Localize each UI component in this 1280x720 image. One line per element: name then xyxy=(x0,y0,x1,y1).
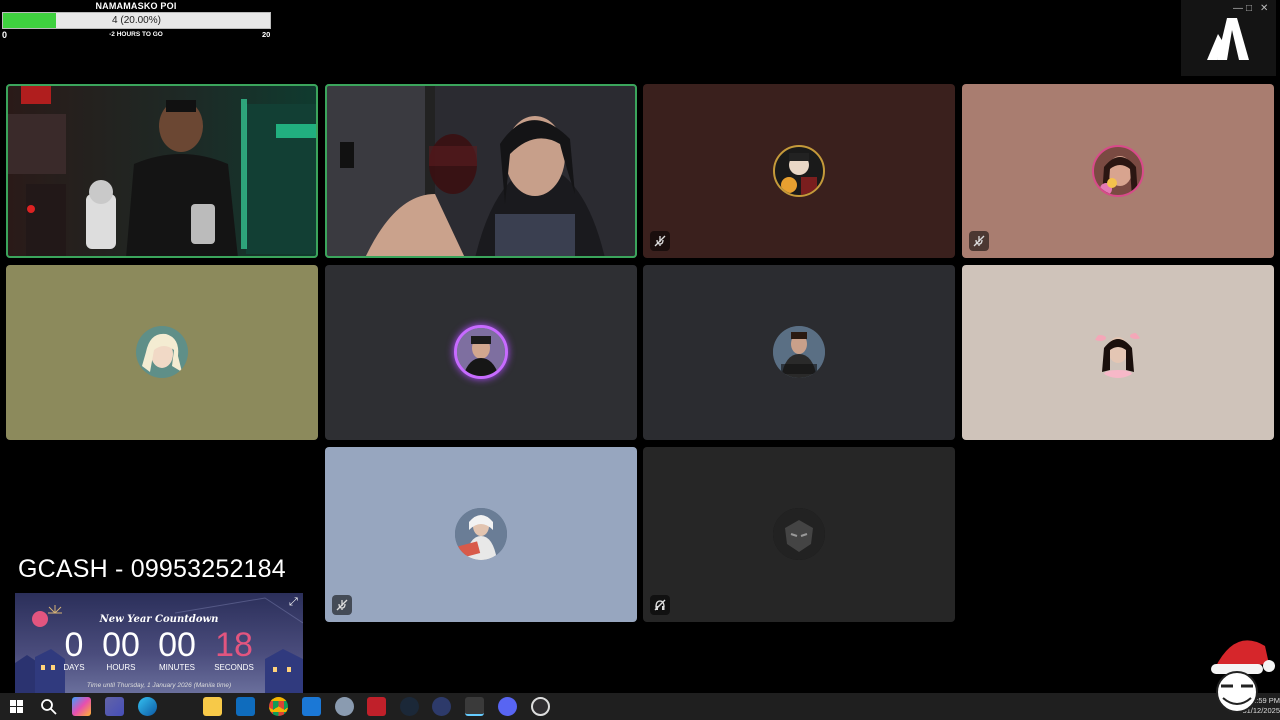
days-label: DAYS xyxy=(63,663,85,672)
countdown-seconds: 18 xyxy=(215,626,253,664)
hours-label: HOURS xyxy=(106,663,136,672)
goal-max: 20 xyxy=(262,30,271,39)
search-icon[interactable] xyxy=(39,697,58,716)
steam-icon[interactable] xyxy=(400,697,419,716)
chat-app-icon[interactable] xyxy=(498,697,517,716)
new-year-countdown-widget: ⤢ New Year Countdown 0 00 00 18 DAYS HOU… xyxy=(15,593,303,693)
chrome-icon[interactable] xyxy=(269,697,288,716)
abstract-a-logo-icon xyxy=(1207,18,1249,60)
outlook-icon[interactable] xyxy=(236,697,255,716)
goal-progress-text: 4 (20.00%) xyxy=(112,15,161,26)
participant-5[interactable] xyxy=(6,265,318,440)
muted-mic-icon xyxy=(969,231,989,251)
participant-video-1[interactable] xyxy=(6,84,318,258)
avatar xyxy=(454,325,508,379)
store-icon[interactable] xyxy=(302,697,321,716)
participant-3[interactable] xyxy=(643,84,955,258)
goal-title: NAMAMASKO POI xyxy=(95,1,177,11)
windows-taskbar: 11:59 PM 31/12/2025 xyxy=(0,693,1280,720)
countdown-hours: 00 xyxy=(102,626,140,664)
webcam-feed-guest xyxy=(325,84,637,258)
grid-app-icon[interactable] xyxy=(432,697,451,716)
pinned-app-icon[interactable] xyxy=(465,697,484,716)
countdown-days: 0 xyxy=(64,626,84,664)
goal-progress-bar: 4 (20.00%) xyxy=(2,12,271,29)
participant-9[interactable] xyxy=(325,447,637,622)
deafened-headphones-icon xyxy=(650,595,670,615)
file-explorer-icon[interactable] xyxy=(203,697,222,716)
avatar xyxy=(455,508,507,560)
countdown-minutes: 00 xyxy=(158,626,196,664)
stream-screen: NAMAMASKO POI 4 (20.00%) 0 -2 HOURS TO G… xyxy=(0,0,1280,720)
obs-icon[interactable] xyxy=(531,697,550,716)
countdown-title: New Year Countdown xyxy=(99,614,219,625)
minutes-label: MINUTES xyxy=(159,663,195,672)
edge-icon[interactable] xyxy=(138,697,157,716)
muted-mic-icon xyxy=(650,231,670,251)
close-button[interactable]: ✕ xyxy=(1260,3,1268,14)
minimize-button[interactable]: — xyxy=(1233,3,1243,14)
avatar xyxy=(1092,326,1144,378)
participant-6[interactable] xyxy=(325,265,637,440)
goal-subtitle: -2 HOURS TO GO xyxy=(109,31,163,38)
teams-icon[interactable] xyxy=(105,697,124,716)
donation-goal-widget: NAMAMASKO POI 4 (20.00%) 0 -2 HOURS TO G… xyxy=(0,0,272,40)
expand-icon[interactable]: ⤢ xyxy=(289,596,298,609)
avatar xyxy=(773,326,825,378)
seconds-label: SECONDS xyxy=(214,663,254,672)
muted-mic-icon xyxy=(332,595,352,615)
avatar xyxy=(773,508,825,560)
webcam-feed-host xyxy=(6,84,318,258)
brand-logo-panel: — □ ✕ xyxy=(1181,0,1276,76)
participant-video-2[interactable] xyxy=(325,84,637,258)
participant-7[interactable] xyxy=(643,265,955,440)
video-app-icon[interactable] xyxy=(367,697,386,716)
santa-hat-mascot-icon xyxy=(1211,640,1275,713)
avatar xyxy=(773,145,825,197)
gcash-donation-text: GCASH - 09953252184 xyxy=(18,555,286,583)
app-icon[interactable] xyxy=(335,697,354,716)
windows-start-icon[interactable] xyxy=(7,697,26,716)
countdown-footer: Time until Thursday, 1 January 2026 (Man… xyxy=(86,682,232,689)
maximize-button[interactable]: □ xyxy=(1246,3,1252,14)
avatar xyxy=(136,326,188,378)
copilot-icon[interactable] xyxy=(72,697,91,716)
participant-4[interactable] xyxy=(962,84,1274,258)
avatar xyxy=(1092,145,1144,197)
participant-8[interactable] xyxy=(962,265,1274,440)
participant-10[interactable] xyxy=(643,447,955,622)
